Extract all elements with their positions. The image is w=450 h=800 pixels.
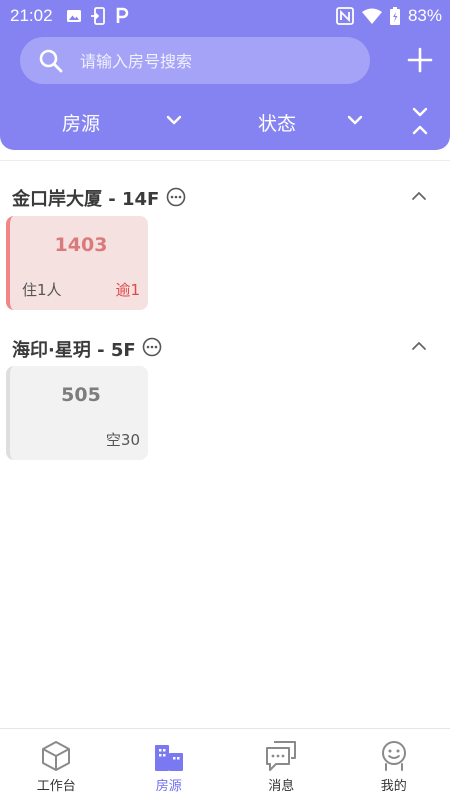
status-bar: 21:02 83% xyxy=(0,0,450,32)
nfc-icon xyxy=(336,7,354,25)
chevron-down-icon xyxy=(166,115,182,125)
filter-status-label: 状态 xyxy=(258,112,297,135)
search-input[interactable] xyxy=(80,49,350,73)
group-title: 金口岸大厦 - 14F xyxy=(12,189,160,210)
chevron-up-icon[interactable] xyxy=(410,187,428,205)
more-icon[interactable] xyxy=(142,337,162,357)
header: 21:02 83% 请输入房号搜索 房源 状态 xyxy=(0,0,450,150)
room-card-1403[interactable]: 1403 住1人 逾1 xyxy=(6,216,148,310)
battery-percent: 83% xyxy=(407,6,442,25)
battery-icon xyxy=(389,7,400,25)
tab-label: 房源 xyxy=(155,779,182,794)
tab-label: 我的 xyxy=(380,779,407,794)
person-icon xyxy=(381,741,406,771)
message-icon xyxy=(266,741,297,771)
status-time: 21:02 xyxy=(10,6,53,25)
room-number: 505 xyxy=(61,384,101,406)
chevron-up-icon[interactable] xyxy=(410,337,428,355)
add-icon[interactable] xyxy=(404,44,436,76)
search-icon xyxy=(39,49,63,73)
group-title: 海印·星玥 - 5F xyxy=(12,340,136,361)
room-status: 空30 xyxy=(105,431,140,449)
room-status: 逾1 xyxy=(115,281,140,299)
tab-houses[interactable]: 房源 xyxy=(113,729,226,800)
status-right: 83% xyxy=(336,6,442,26)
filter-status[interactable]: 状态 xyxy=(258,104,363,140)
collapse-all-icon[interactable] xyxy=(408,106,432,136)
tab-messages[interactable]: 消息 xyxy=(225,729,338,800)
device-transfer-icon xyxy=(91,7,105,25)
bottom-tab-bar: 工作台 房源 消息 我的 xyxy=(0,728,450,800)
filter-house[interactable]: 房源 xyxy=(62,104,182,140)
room-occupancy: 住1人 xyxy=(22,281,62,299)
cube-icon xyxy=(42,741,71,771)
more-icon[interactable] xyxy=(166,187,186,207)
room-number: 1403 xyxy=(54,234,108,256)
room-card-505[interactable]: 505 空30 xyxy=(6,366,148,460)
image-icon xyxy=(67,10,81,22)
tab-label: 工作台 xyxy=(36,779,76,794)
parking-icon xyxy=(116,7,129,23)
filter-house-label: 房源 xyxy=(62,112,101,135)
chevron-down-icon xyxy=(347,115,363,125)
buildings-icon xyxy=(154,745,183,771)
notification-icons xyxy=(66,7,130,25)
search-bar[interactable] xyxy=(20,37,370,84)
wifi-icon xyxy=(361,8,382,24)
tab-label: 消息 xyxy=(268,779,295,794)
tab-mine[interactable]: 我的 xyxy=(338,729,450,800)
tab-workbench[interactable]: 工作台 xyxy=(0,729,113,800)
room-list: 金口岸大厦 - 14F 1403 住1人 逾1 海印·星玥 - 5F 505 空… xyxy=(0,160,450,728)
